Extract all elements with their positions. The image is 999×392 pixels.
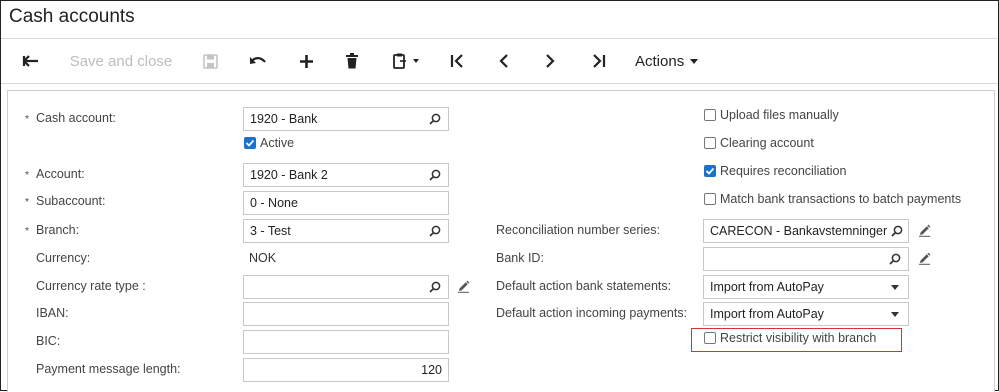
currency-rate-type-label: Currency rate type :: [36, 279, 146, 293]
clearing-account-label: Clearing account: [720, 136, 814, 150]
required-marker: *: [25, 197, 29, 208]
reconciliation-number-series-field[interactable]: CARECON - Bankavstemninger: [703, 219, 909, 243]
next-icon: [544, 53, 556, 69]
required-marker: *: [25, 226, 29, 237]
default-action-incoming-payments-value: Import from AutoPay: [710, 307, 824, 321]
upload-files-manually-checkbox[interactable]: Upload files manually: [704, 108, 839, 122]
undo-icon: [249, 54, 267, 68]
bank-id-field[interactable]: [703, 247, 909, 271]
active-checkbox[interactable]: Active: [244, 136, 294, 150]
required-marker: *: [25, 170, 29, 181]
branch-value: 3 - Test: [250, 224, 291, 238]
last-record-button[interactable]: [588, 49, 610, 73]
restrict-visibility-label: Restrict visibility with branch: [720, 331, 877, 345]
required-marker: *: [25, 114, 29, 125]
requires-reconciliation-checkbox[interactable]: Requires reconciliation: [704, 164, 846, 178]
search-icon[interactable]: [428, 224, 442, 238]
cash-account-label: Cash account:: [36, 111, 116, 125]
search-icon[interactable]: [428, 168, 442, 182]
default-action-incoming-payments-label: Default action incoming payments:: [496, 306, 688, 320]
delete-button[interactable]: [341, 49, 363, 73]
default-action-bank-statements-label: Default action bank statements:: [496, 279, 672, 293]
iban-label: IBAN:: [36, 306, 69, 320]
active-label: Active: [260, 136, 295, 150]
match-bank-transactions-label: Match bank transactions to batch payment…: [720, 192, 962, 206]
first-record-button[interactable]: [446, 49, 468, 73]
bic-label: BIC:: [36, 334, 61, 348]
cash-account-value: 1920 - Bank: [250, 112, 318, 126]
reconciliation-number-series-value: CARECON - Bankavstemninger: [710, 224, 888, 238]
iban-field[interactable]: [243, 302, 449, 326]
save-button[interactable]: [199, 49, 221, 73]
default-action-bank-statements-select[interactable]: Import from AutoPay: [703, 275, 909, 299]
first-icon: [449, 53, 465, 69]
delete-icon: [345, 53, 359, 69]
search-icon[interactable]: [888, 252, 902, 266]
search-icon[interactable]: [428, 112, 442, 126]
default-action-incoming-payments-select[interactable]: Import from AutoPay: [703, 302, 909, 326]
back-arrow-icon: [22, 54, 40, 68]
edit-pencil-icon[interactable]: [918, 224, 932, 238]
caret-down-icon[interactable]: [888, 307, 902, 321]
search-icon[interactable]: [890, 224, 904, 238]
caret-down-icon[interactable]: [888, 280, 902, 294]
save-and-close-button[interactable]: Save and close: [67, 49, 175, 73]
divider: [1, 83, 998, 84]
next-record-button[interactable]: [539, 49, 561, 73]
prev-icon: [498, 53, 510, 69]
subaccount-value: 0 - None: [250, 196, 298, 210]
checkbox-checked[interactable]: [244, 137, 256, 149]
subaccount-label: Subaccount:: [36, 194, 106, 208]
bank-id-label: Bank ID:: [496, 251, 544, 265]
page-title: Cash accounts: [9, 6, 135, 27]
add-button[interactable]: [295, 49, 317, 73]
cash-account-field[interactable]: 1920 - Bank: [243, 107, 449, 131]
checkbox-unchecked[interactable]: [704, 193, 716, 205]
add-icon: [299, 54, 314, 69]
bic-field[interactable]: [243, 330, 449, 354]
checkbox-unchecked[interactable]: [704, 137, 716, 149]
reconciliation-number-series-label: Reconciliation number series:: [496, 223, 660, 237]
payment-message-length-field[interactable]: 120: [243, 358, 449, 382]
default-action-bank-statements-value: Import from AutoPay: [710, 280, 824, 294]
copy-paste-button[interactable]: [389, 49, 425, 73]
account-field[interactable]: 1920 - Bank 2: [243, 163, 449, 187]
last-icon: [591, 53, 607, 69]
save-icon: [202, 53, 218, 69]
caret-down-icon: [690, 58, 699, 64]
clearing-account-checkbox[interactable]: Clearing account: [704, 136, 814, 150]
payment-message-length-value: 120: [421, 363, 442, 377]
branch-field[interactable]: 3 - Test: [243, 219, 449, 243]
checkbox-checked[interactable]: [704, 165, 716, 177]
edit-pencil-icon[interactable]: [918, 252, 932, 266]
branch-label: Branch:: [36, 223, 80, 237]
back-button[interactable]: [19, 49, 43, 73]
currency-value: NOK: [249, 251, 277, 265]
actions-menu[interactable]: Actions: [635, 49, 699, 73]
copy-paste-icon: [392, 53, 422, 69]
upload-files-manually-label: Upload files manually: [720, 108, 839, 122]
actions-label: Actions: [635, 52, 685, 70]
checkbox-unchecked[interactable]: [704, 332, 716, 344]
payment-message-length-label: Payment message length:: [36, 362, 181, 376]
account-value: 1920 - Bank 2: [250, 168, 328, 182]
search-icon[interactable]: [428, 280, 442, 294]
currency-label: Currency:: [36, 251, 91, 265]
subaccount-field[interactable]: 0 - None: [243, 191, 449, 215]
edit-pencil-icon[interactable]: [457, 280, 471, 294]
currency-rate-type-field[interactable]: [243, 275, 449, 299]
toolbar: Save and close Actions: [1, 39, 998, 83]
account-label: Account:: [36, 167, 85, 181]
requires-reconciliation-label: Requires reconciliation: [720, 164, 847, 178]
match-bank-transactions-checkbox[interactable]: Match bank transactions to batch payment…: [704, 192, 961, 206]
checkbox-unchecked[interactable]: [704, 109, 716, 121]
undo-button[interactable]: [247, 49, 269, 73]
previous-record-button[interactable]: [493, 49, 515, 73]
restrict-visibility-checkbox[interactable]: Restrict visibility with branch: [704, 331, 876, 345]
